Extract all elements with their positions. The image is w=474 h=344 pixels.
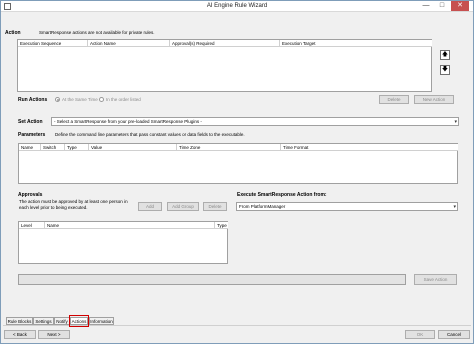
tab-rule-blocks[interactable]: Rule Blocks [6,317,33,325]
parameters-grid[interactable]: Name Switch Type Value Time Zone Time Fo… [18,143,458,184]
close-icon[interactable]: ✕ [451,1,469,11]
next-button[interactable]: Next > [38,330,70,339]
parameters-hint: Define the command line parameters that … [55,132,245,137]
radio-same-time[interactable] [55,97,60,102]
save-action-button[interactable]: Save Action [414,274,457,285]
column-header-value[interactable]: Value [89,144,177,151]
back-button[interactable]: < Back [4,330,36,339]
column-header-action-name[interactable]: Action Name [88,40,170,47]
column-header-name[interactable]: Name [19,144,41,151]
move-up-icon[interactable]: 🡅 [440,50,450,60]
minimize-icon[interactable]: — [419,1,433,11]
column-header-type[interactable]: Type [65,144,89,151]
column-header-level[interactable]: Level [19,222,45,229]
column-header-switch[interactable]: Switch [41,144,65,151]
execute-from-value: From PlatformManager [239,204,286,209]
radio-same-time-label: At the Same Time [62,97,98,102]
selected-tab-highlight [69,315,89,327]
action-hint: SmartResponse actions are not available … [39,30,155,35]
delete-approver-button[interactable]: Delete [203,202,227,211]
rule-wizard-window: AI Engine Rule Wizard — □ ✕ Action Smart… [0,0,474,344]
column-header-time-zone[interactable]: Time Zone [177,144,281,151]
tab-settings[interactable]: Settings [33,317,54,325]
add-group-button[interactable]: Add Group [167,202,199,211]
chevron-down-icon: ▾ [453,204,456,210]
actions-grid[interactable]: Execution Sequence Action Name Approval(… [17,39,432,92]
add-approver-button[interactable]: Add [138,202,162,211]
approvals-grid[interactable]: Level Name Type [18,221,228,264]
column-header-approvals-required[interactable]: Approval(s) Required [170,40,280,47]
column-header-execution-sequence[interactable]: Execution Sequence [18,40,88,47]
execute-from-dropdown[interactable]: From PlatformManager ▾ [236,202,458,211]
parameters-label: Parameters [18,132,46,138]
radio-order-listed[interactable] [99,97,104,102]
column-header-execution-target[interactable]: Execution Target [280,40,432,47]
action-label: Action [5,30,21,36]
tab-notify[interactable]: Notify [54,317,70,325]
cancel-button[interactable]: Cancel [438,330,470,339]
delete-action-button[interactable]: Delete [379,95,409,104]
column-header-approver-type[interactable]: Type [215,222,228,229]
window-title: AI Engine Rule Wizard [206,3,268,9]
maximize-icon[interactable]: □ [435,1,449,11]
chevron-down-icon: ▾ [454,119,457,125]
set-action-dropdown[interactable]: - Select a SmartResponse from your pre-l… [51,117,459,126]
title-bar: AI Engine Rule Wizard — □ ✕ [1,1,473,12]
tab-information[interactable]: Information [89,317,114,325]
set-action-label: Set Action [18,119,43,125]
progress-bar [18,274,406,285]
run-actions-label: Run Actions [18,97,48,103]
ok-button[interactable]: OK [405,330,435,339]
set-action-value: - Select a SmartResponse from your pre-l… [54,119,202,124]
execute-from-label: Execute SmartResponse Action from: [237,192,327,198]
move-down-icon[interactable]: 🡇 [440,65,450,75]
column-header-time-format[interactable]: Time Format [281,144,458,151]
approvals-hint: The action must be approved by at least … [19,199,128,210]
radio-order-listed-label: In the order listed [106,97,141,102]
approvals-label: Approvals [18,192,43,198]
new-action-button[interactable]: New Action [414,95,454,104]
column-header-approver-name[interactable]: Name [45,222,215,229]
